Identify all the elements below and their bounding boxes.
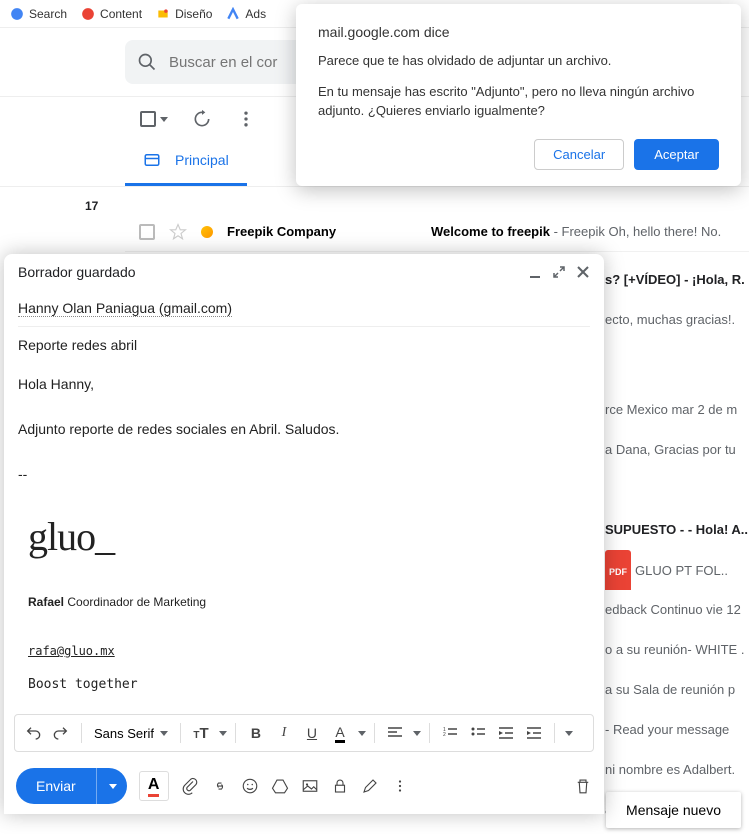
send-toolbar: Enviar A xyxy=(4,760,604,814)
lock-icon[interactable] xyxy=(331,777,349,795)
signature-logo: gluo_ xyxy=(28,505,590,569)
format-toolbar: Sans Serif TT B I U A 12 xyxy=(14,714,594,752)
inbox-count: 17 xyxy=(85,199,98,213)
redo-icon[interactable] xyxy=(49,721,73,745)
minimize-icon[interactable] xyxy=(528,265,542,279)
text-format-icon[interactable]: A xyxy=(139,771,169,801)
expand-icon[interactable] xyxy=(552,265,566,279)
text-color-icon[interactable]: A xyxy=(328,721,352,745)
search-icon xyxy=(137,52,157,72)
undo-icon[interactable] xyxy=(21,721,45,745)
email-list: Freepik Company Welcome to freepik - Fre… xyxy=(125,212,749,252)
signature-tagline: Boost together xyxy=(28,675,590,696)
compose-status: Borrador guardado xyxy=(18,264,136,280)
bookmark-design[interactable]: Diseño xyxy=(156,7,212,21)
ok-button[interactable]: Aceptar xyxy=(634,139,719,170)
inbox-icon xyxy=(143,151,161,169)
select-all[interactable] xyxy=(140,111,168,127)
bookmark-label: Content xyxy=(100,7,142,21)
bold-icon[interactable]: B xyxy=(244,721,268,745)
caret-down-icon xyxy=(160,117,168,122)
bullet-list-icon[interactable] xyxy=(466,721,490,745)
email-subject: Welcome to freepik - Freepik Oh, hello t… xyxy=(431,224,749,239)
emoji-icon[interactable] xyxy=(241,777,259,795)
google-icon xyxy=(81,7,95,21)
bookmark-label: Search xyxy=(29,7,67,21)
compose-body: Hanny Olan Paniagua (gmail.com) Reporte … xyxy=(4,290,604,706)
font-select[interactable]: Sans Serif xyxy=(90,726,172,741)
indent-more-icon[interactable] xyxy=(522,721,546,745)
dialog-title: mail.google.com dice xyxy=(318,24,719,40)
background-rows: s? [+VÍDEO] - ¡Hola, R. ecto, muchas gra… xyxy=(605,260,749,830)
dialog-text: En tu mensaje has escrito "Adjunto", per… xyxy=(318,83,719,121)
folder-icon xyxy=(156,7,170,21)
tab-primary[interactable]: Principal xyxy=(125,137,247,186)
italic-icon[interactable]: I xyxy=(272,721,296,745)
sender-name: Freepik Company xyxy=(227,224,417,239)
more-icon[interactable] xyxy=(391,777,409,795)
caret-down-icon[interactable] xyxy=(358,731,366,736)
sender-avatar-icon xyxy=(201,226,213,238)
indent-less-icon[interactable] xyxy=(494,721,518,745)
pen-icon[interactable] xyxy=(361,777,379,795)
bookmark-content[interactable]: Content xyxy=(81,7,142,21)
refresh-icon[interactable] xyxy=(192,109,212,129)
close-icon[interactable] xyxy=(576,265,590,279)
trash-icon[interactable] xyxy=(574,777,592,795)
new-message-button[interactable]: Mensaje nuevo xyxy=(606,792,741,828)
subject-field[interactable]: Reporte redes abril xyxy=(18,327,590,363)
tab-label: Principal xyxy=(175,152,229,168)
svg-text:2: 2 xyxy=(443,732,446,738)
signature-name: Rafael Coordinador de Marketing xyxy=(28,593,590,612)
google-icon xyxy=(10,7,24,21)
ordered-list-icon[interactable]: 12 xyxy=(438,721,462,745)
recipient-field[interactable]: Hanny Olan Paniagua (gmail.com) xyxy=(18,290,590,327)
pdf-icon: PDF xyxy=(605,550,631,590)
align-icon[interactable] xyxy=(383,721,407,745)
compose-header: Borrador guardado xyxy=(4,254,604,290)
bookmark-label: Diseño xyxy=(175,7,212,21)
ads-icon xyxy=(226,7,240,21)
link-icon[interactable] xyxy=(211,777,229,795)
caret-down-icon[interactable] xyxy=(413,731,421,736)
caret-down-icon[interactable] xyxy=(565,731,573,736)
bookmark-ads[interactable]: Ads xyxy=(226,7,266,21)
drive-icon[interactable] xyxy=(271,777,289,795)
alert-dialog: mail.google.com dice Parece que te has o… xyxy=(296,4,741,186)
checkbox-icon[interactable] xyxy=(139,224,155,240)
star-icon[interactable] xyxy=(169,223,187,241)
signature-email[interactable]: rafa@gluo.mx xyxy=(28,642,590,661)
attach-icon[interactable] xyxy=(181,777,199,795)
email-row[interactable]: Freepik Company Welcome to freepik - Fre… xyxy=(125,212,749,252)
dialog-text: Parece que te has olvidado de adjuntar u… xyxy=(318,52,719,71)
send-options[interactable] xyxy=(96,768,127,804)
compose-window: Borrador guardado Hanny Olan Paniagua (g… xyxy=(4,254,604,814)
caret-down-icon[interactable] xyxy=(219,731,227,736)
font-size-icon[interactable]: TT xyxy=(189,721,213,745)
underline-icon[interactable]: U xyxy=(300,721,324,745)
bookmark-label: Ads xyxy=(245,7,266,21)
checkbox-icon xyxy=(140,111,156,127)
body-editor[interactable]: Hola Hanny, Adjunto reporte de redes soc… xyxy=(18,363,590,696)
send-button[interactable]: Enviar xyxy=(16,768,127,804)
bookmark-search[interactable]: Search xyxy=(10,7,67,21)
send-label: Enviar xyxy=(16,778,96,794)
cancel-button[interactable]: Cancelar xyxy=(534,139,624,170)
more-icon[interactable] xyxy=(236,109,256,129)
image-icon[interactable] xyxy=(301,777,319,795)
